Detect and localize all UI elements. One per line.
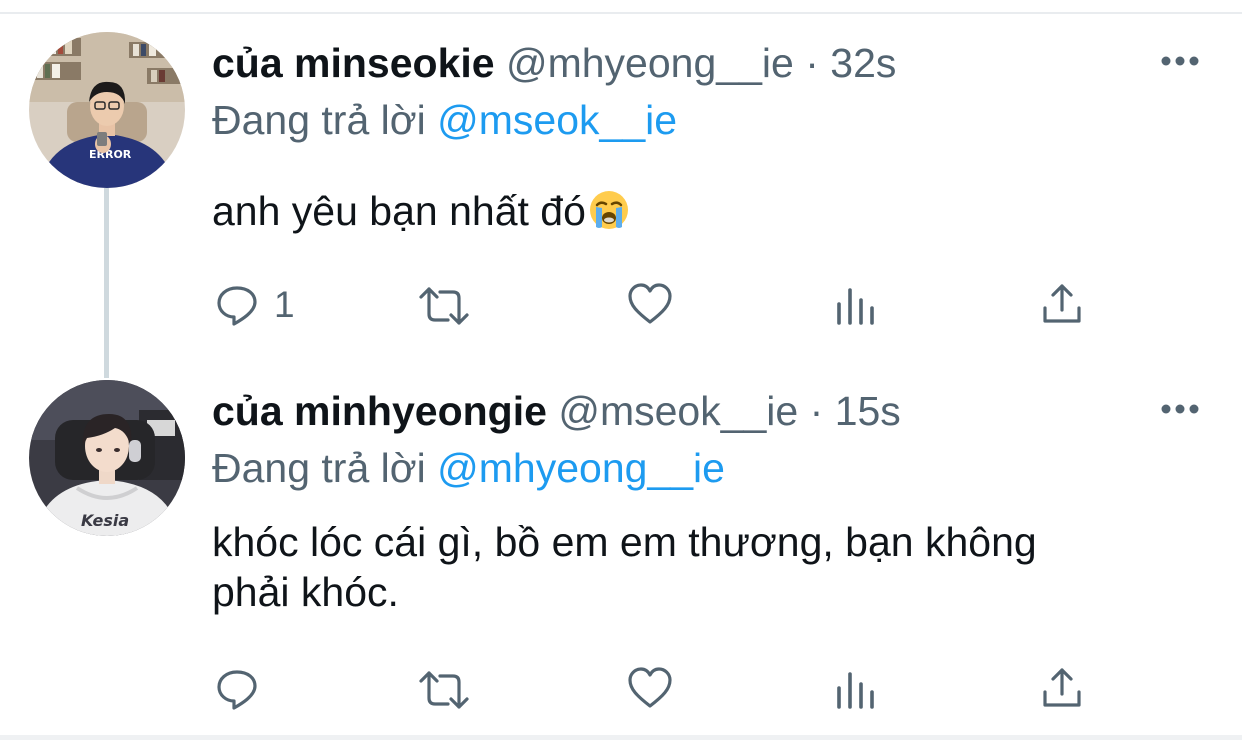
replying-to-mention[interactable]: @mseok__ie [437, 97, 677, 143]
retweet-icon [419, 671, 469, 709]
like-icon [628, 283, 672, 324]
share-button[interactable] [1041, 666, 1083, 710]
bottom-divider [0, 735, 1242, 740]
tweet-text: khóc lóc cái gì, bồ em em thương, bạn kh… [212, 517, 1092, 617]
avatar-photo: ERROR [29, 32, 185, 188]
views-button[interactable] [835, 286, 877, 326]
replying-to-label: Đang trả lời [212, 97, 426, 143]
retweet-button[interactable] [416, 668, 472, 712]
like-icon [628, 667, 672, 708]
tweet-body: anh yêu bạn nhất đó [212, 188, 586, 234]
svg-text:Kesia: Kesia [81, 511, 129, 530]
loudly-crying-face-icon [588, 189, 630, 242]
tweet-header: của minseokie @mhyeong__ie · 32s [212, 43, 896, 84]
user-handle[interactable]: @mhyeong__ie [506, 40, 794, 86]
display-name[interactable]: của minhyeongie [212, 388, 547, 434]
tweet-body: khóc lóc cái gì, bồ em em thương, bạn kh… [212, 519, 1037, 615]
reply-count: 1 [274, 284, 295, 325]
like-button[interactable] [627, 666, 673, 710]
views-icon [837, 288, 874, 325]
replying-to-line: Đang trả lời @mseok__ie [212, 100, 677, 141]
tweet-thread: ERROR của minseokie @mhyeong__ie · 32s Đ… [0, 0, 1242, 740]
avatar-photo: Kesia [29, 380, 185, 536]
retweet-icon [419, 287, 469, 325]
like-button[interactable] [627, 282, 673, 326]
reply-button[interactable] [214, 666, 274, 712]
share-button[interactable] [1041, 282, 1083, 326]
retweet-button[interactable] [416, 284, 472, 328]
svg-text:ERROR: ERROR [89, 148, 132, 161]
more-icon[interactable] [1160, 54, 1200, 68]
share-icon [1043, 284, 1081, 323]
separator-dot: · [809, 388, 824, 434]
top-divider [0, 12, 1242, 14]
reply-icon [217, 670, 257, 710]
replying-to-mention[interactable]: @mhyeong__ie [437, 445, 725, 491]
replying-to-line: Đang trả lời @mhyeong__ie [212, 448, 725, 489]
tweet-header: của minhyeongie @mseok__ie · 15s [212, 391, 901, 432]
user-handle[interactable]: @mseok__ie [558, 388, 798, 434]
reply-button[interactable]: 1 [214, 282, 295, 328]
reply-icon [217, 286, 257, 326]
tweet-text: anh yêu bạn nhất đó [212, 186, 630, 242]
more-icon[interactable] [1160, 402, 1200, 416]
views-button[interactable] [835, 670, 877, 710]
replying-to-label: Đang trả lời [212, 445, 426, 491]
views-icon [837, 672, 874, 709]
timestamp[interactable]: 15s [835, 388, 901, 434]
separator-dot: · [805, 40, 819, 86]
avatar-minseokie[interactable]: ERROR [29, 32, 185, 188]
timestamp[interactable]: 32s [830, 40, 896, 86]
thread-connector-line [104, 188, 109, 378]
share-icon [1043, 668, 1081, 707]
display-name[interactable]: của minseokie [212, 40, 495, 86]
avatar-minhyeongie[interactable]: Kesia [29, 380, 185, 536]
